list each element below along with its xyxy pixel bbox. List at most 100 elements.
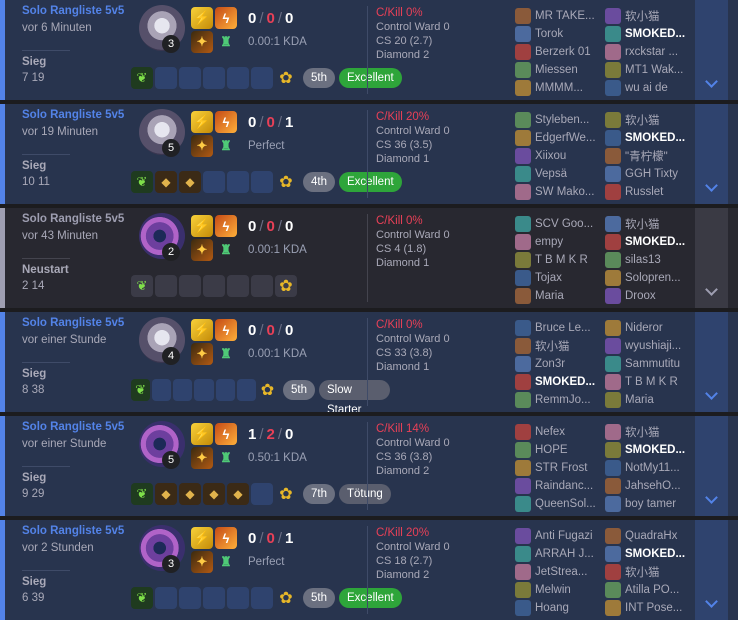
match-card[interactable]: Solo Rangliste 5v5 vor 2 Stunden Sieg 6 … bbox=[0, 520, 738, 620]
participant-row[interactable]: STR Frost bbox=[515, 459, 605, 477]
participant-row[interactable]: Miessen bbox=[515, 61, 605, 79]
participant-name[interactable]: Styleben... bbox=[535, 114, 605, 126]
participant-row[interactable]: 软小猫 bbox=[605, 215, 695, 233]
participant-name[interactable]: Tojax bbox=[535, 272, 605, 284]
participant-row[interactable]: MT1 Wak... bbox=[605, 61, 695, 79]
participant-row[interactable]: Styleben... bbox=[515, 111, 605, 129]
participant-row[interactable]: JahsehO... bbox=[605, 477, 695, 495]
participant-name[interactable]: 软小猫 bbox=[625, 216, 695, 232]
participant-row[interactable]: wu ai de bbox=[605, 79, 695, 97]
participant-name[interactable]: MR TAKE... bbox=[535, 10, 605, 22]
participant-name[interactable]: Droox bbox=[625, 290, 695, 302]
participant-row[interactable]: Hoang bbox=[515, 599, 605, 617]
participant-name[interactable]: SCV Goo... bbox=[535, 218, 605, 230]
participant-name[interactable]: silas13 bbox=[625, 254, 695, 266]
participant-name[interactable]: 软小猫 bbox=[625, 424, 695, 440]
item-slot[interactable]: ◆ bbox=[155, 483, 177, 505]
participant-name[interactable]: boy tamer bbox=[625, 498, 695, 510]
ward-trinket-icon[interactable]: ✿ bbox=[275, 587, 297, 609]
item-slot[interactable]: ◆ bbox=[179, 483, 201, 505]
item-slot[interactable]: ◆ bbox=[155, 171, 177, 193]
participant-name[interactable]: Maria bbox=[625, 394, 695, 406]
participant-name[interactable]: Nideror bbox=[625, 322, 695, 334]
resolve-rune-icon[interactable]: ♜ bbox=[215, 135, 237, 157]
electrocute-rune-icon[interactable]: ϟ bbox=[215, 111, 237, 133]
participant-row[interactable]: empy bbox=[515, 233, 605, 251]
participant-row[interactable]: QuadraHx bbox=[605, 527, 695, 545]
participant-name[interactable]: Anti Fugazi bbox=[535, 530, 605, 542]
participant-row[interactable]: T B M K R bbox=[605, 373, 695, 391]
item-slot[interactable]: ◆ bbox=[203, 483, 225, 505]
participant-name[interactable]: SMOKED... bbox=[625, 132, 695, 144]
participant-name[interactable]: Solopren... bbox=[625, 272, 695, 284]
item-slot[interactable]: ❦ bbox=[131, 483, 153, 505]
participant-row[interactable]: INT Pose... bbox=[605, 599, 695, 617]
resolve-rune-icon[interactable]: ♜ bbox=[215, 447, 237, 469]
item-slot[interactable]: ❦ bbox=[131, 587, 153, 609]
item-slot[interactable]: ◆ bbox=[179, 171, 201, 193]
participant-row[interactable]: Nideror bbox=[605, 319, 695, 337]
match-card[interactable]: Solo Rangliste 5v5 vor einer Stunde Sieg… bbox=[0, 416, 738, 520]
participant-name[interactable]: empy bbox=[535, 236, 605, 248]
participant-name[interactable]: Berzerk 01 bbox=[535, 46, 605, 58]
participant-row[interactable]: HOPE bbox=[515, 441, 605, 459]
participant-name[interactable]: wu ai de bbox=[625, 82, 695, 94]
participant-row[interactable]: wyushiaji... bbox=[605, 337, 695, 355]
participant-row[interactable]: Sammutitu bbox=[605, 355, 695, 373]
participant-name[interactable]: Hoang bbox=[535, 602, 605, 614]
participant-row[interactable]: GGH Tixty bbox=[605, 165, 695, 183]
participant-row[interactable]: Vepsä bbox=[515, 165, 605, 183]
participant-row[interactable]: Tojax bbox=[515, 269, 605, 287]
participant-name[interactable]: QuadraHx bbox=[625, 530, 695, 542]
participant-name[interactable]: NotMy11... bbox=[625, 462, 695, 474]
item-slot[interactable]: ❦ bbox=[131, 67, 153, 89]
participant-row[interactable]: "青柠檬" bbox=[605, 147, 695, 165]
participant-name[interactable]: Maria bbox=[535, 290, 605, 302]
electrocute-rune-icon[interactable]: ϟ bbox=[215, 215, 237, 237]
participant-row[interactable]: Xiixou bbox=[515, 147, 605, 165]
participant-row[interactable]: Berzerk 01 bbox=[515, 43, 605, 61]
participant-name[interactable]: T B M K R bbox=[625, 376, 695, 388]
participant-name[interactable]: RemmJo... bbox=[535, 394, 605, 406]
flash-icon[interactable]: ⚡ bbox=[191, 215, 213, 237]
ward-trinket-icon[interactable]: ✿ bbox=[275, 67, 297, 89]
participant-name[interactable]: INT Pose... bbox=[625, 602, 695, 614]
participant-row[interactable]: silas13 bbox=[605, 251, 695, 269]
participant-row[interactable]: rxckstar ... bbox=[605, 43, 695, 61]
expand-button[interactable] bbox=[695, 520, 728, 620]
participant-row[interactable]: Anti Fugazi bbox=[515, 527, 605, 545]
expand-button[interactable] bbox=[695, 416, 728, 516]
participant-name[interactable]: Sammutitu bbox=[625, 358, 695, 370]
item-slot[interactable]: ◆ bbox=[227, 483, 249, 505]
participant-row[interactable]: SMOKED... bbox=[605, 233, 695, 251]
ignite-icon[interactable]: ✦ bbox=[191, 343, 213, 365]
participant-row[interactable]: 软小猫 bbox=[605, 423, 695, 441]
match-card[interactable]: Solo Rangliste 5v5 vor einer Stunde Sieg… bbox=[0, 312, 738, 416]
participant-row[interactable]: MR TAKE... bbox=[515, 7, 605, 25]
participant-row[interactable]: 软小猫 bbox=[515, 337, 605, 355]
participant-row[interactable]: SMOKED... bbox=[605, 129, 695, 147]
participant-row[interactable]: RemmJo... bbox=[515, 391, 605, 409]
participant-name[interactable]: Russlet bbox=[625, 186, 695, 198]
electrocute-rune-icon[interactable]: ϟ bbox=[215, 319, 237, 341]
participant-name[interactable]: SMOKED... bbox=[535, 376, 605, 388]
participant-name[interactable]: Atilla PO... bbox=[625, 584, 695, 596]
expand-button[interactable] bbox=[695, 0, 728, 100]
participant-name[interactable]: SMOKED... bbox=[625, 28, 695, 40]
ward-trinket-icon[interactable]: ✿ bbox=[258, 379, 277, 401]
participant-name[interactable]: Xiixou bbox=[535, 150, 605, 162]
participant-name[interactable]: Nefex bbox=[535, 426, 605, 438]
participant-row[interactable]: Maria bbox=[605, 391, 695, 409]
participant-row[interactable]: SMOKED... bbox=[515, 373, 605, 391]
participant-name[interactable]: MT1 Wak... bbox=[625, 64, 695, 76]
participant-row[interactable]: MMMM... bbox=[515, 79, 605, 97]
participant-row[interactable]: SMOKED... bbox=[605, 25, 695, 43]
flash-icon[interactable]: ⚡ bbox=[191, 319, 213, 341]
participant-row[interactable]: SW Mako... bbox=[515, 183, 605, 201]
participant-name[interactable]: rxckstar ... bbox=[625, 46, 695, 58]
participant-row[interactable]: Nefex bbox=[515, 423, 605, 441]
ignite-icon[interactable]: ✦ bbox=[191, 447, 213, 469]
participant-row[interactable]: ARRAH J... bbox=[515, 545, 605, 563]
participant-row[interactable]: Maria bbox=[515, 287, 605, 305]
match-card[interactable]: Solo Rangliste 5v5 vor 43 Minuten Neusta… bbox=[0, 208, 738, 312]
